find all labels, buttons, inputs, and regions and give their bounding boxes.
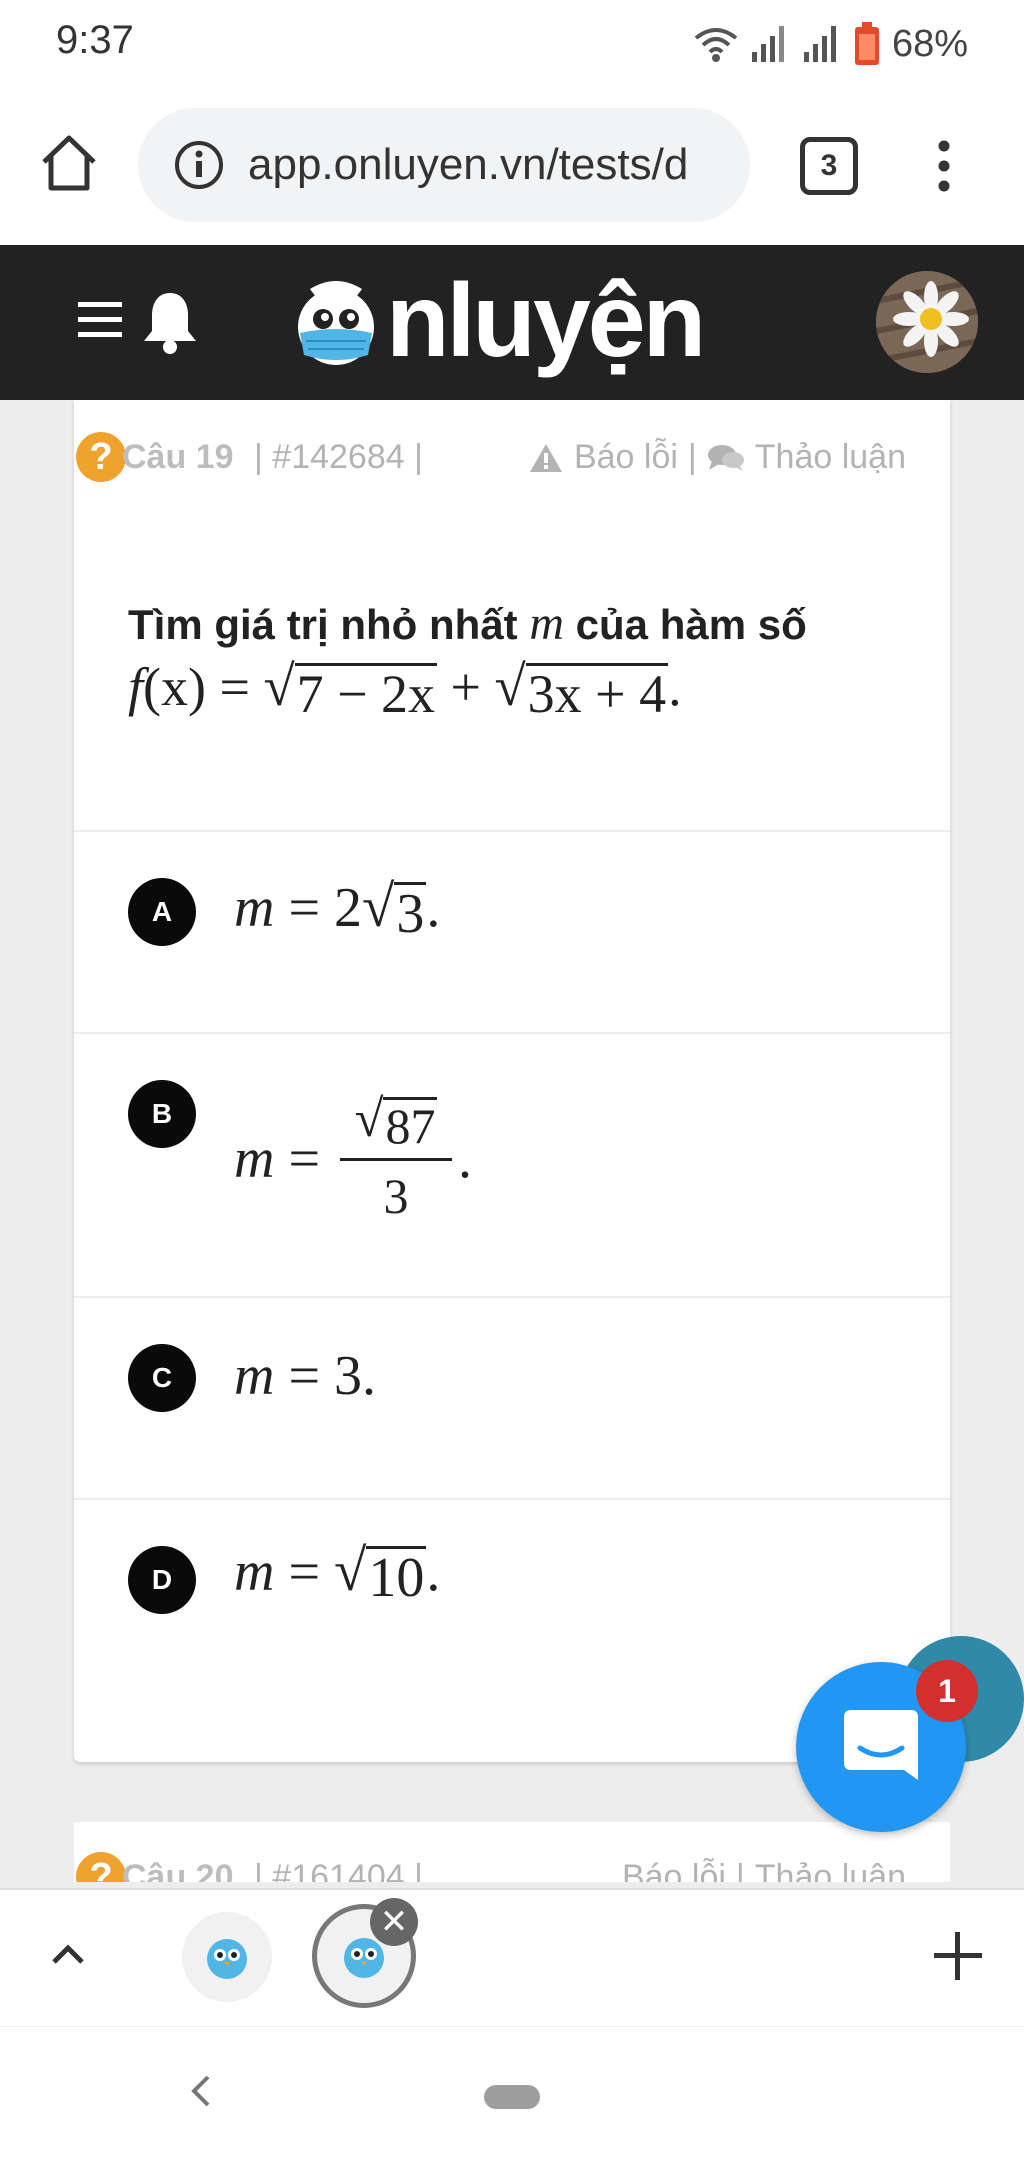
address-bar[interactable]: app.onluyen.vn/tests/d	[138, 108, 750, 222]
add-tab-icon[interactable]	[930, 1928, 986, 1984]
user-avatar[interactable]	[876, 271, 978, 373]
option-a-math: m = 2 √ 3.	[234, 874, 441, 945]
report-error-link[interactable]: Báo lỗi	[574, 438, 678, 477]
next-question-id: | #161404 |	[254, 1858, 423, 1882]
daisy-avatar-image	[876, 271, 978, 373]
question-formula: f(x) = √ 7 − 2x + √ 3x + 4.	[128, 655, 682, 724]
status-time: 9:37	[56, 18, 134, 62]
discussion-link[interactable]: Thảo luận	[755, 438, 906, 477]
battery-icon	[854, 22, 879, 65]
tab-strip: ✕	[0, 1888, 1024, 2026]
sqrt-2: √ 3x + 4	[494, 655, 669, 724]
close-tab-icon[interactable]: ✕	[370, 1898, 418, 1946]
tab-thumbnail-1[interactable]	[182, 1912, 272, 2002]
sqrt-1: √ 7 − 2x	[263, 655, 438, 724]
status-icons: 68%	[694, 16, 968, 72]
more-menu-icon[interactable]	[924, 136, 964, 196]
option-d-math: m = √ 10.	[234, 1538, 441, 1609]
chat-unread-badge: 1	[916, 1660, 978, 1722]
question-mark-icon: ?	[76, 1852, 126, 1882]
wifi-icon	[694, 28, 738, 62]
logo-text: nluyện	[386, 263, 706, 379]
chevron-up-icon[interactable]	[46, 1934, 90, 1978]
option-letter-b: B	[128, 1080, 196, 1148]
signal-icon-2	[803, 26, 836, 62]
option-b[interactable]: B m = √ 87 3 .	[74, 1034, 950, 1296]
bell-icon[interactable]	[140, 289, 200, 355]
back-icon[interactable]	[186, 2071, 216, 2111]
owl-favicon-icon	[207, 1939, 247, 1979]
option-a[interactable]: A m = 2 √ 3.	[74, 832, 950, 1032]
option-c-math: m = 3.	[234, 1345, 377, 1407]
next-question-meta: ? Câu 20 | #161404 | Báo lỗi | Thảo luận	[76, 1852, 906, 1882]
question-mark-icon: ?	[76, 432, 126, 482]
option-c[interactable]: C m = 3.	[74, 1298, 950, 1498]
option-b-math: m = √ 87 3 .	[234, 1089, 473, 1226]
signal-icon	[751, 26, 784, 62]
option-letter-d: D	[128, 1546, 196, 1614]
question-id: | #142684 |	[254, 438, 423, 476]
discussion-link[interactable]: Thảo luận	[755, 1858, 906, 1882]
fraction: √ 87 3	[340, 1093, 453, 1226]
question-text: Tìm giá trị nhỏ nhất m của hàm số	[128, 597, 807, 650]
info-icon[interactable]	[174, 140, 224, 190]
option-letter-a: A	[128, 878, 196, 946]
owl-mascot-icon	[298, 281, 374, 365]
browser-toolbar: app.onluyen.vn/tests/d 3	[0, 90, 1024, 245]
home-pill[interactable]	[484, 2085, 540, 2109]
comments-icon[interactable]	[707, 443, 745, 473]
status-bar: 9:37 68%	[0, 0, 1024, 90]
question-actions: Báo lỗi | Thảo luận	[528, 438, 906, 477]
url-text: app.onluyen.vn/tests/d	[248, 140, 689, 189]
site-logo[interactable]: nluyện	[290, 261, 706, 381]
question-variable: m	[529, 597, 564, 650]
next-question-number: Câu 20	[122, 1858, 234, 1882]
warning-icon[interactable]	[528, 442, 564, 474]
hamburger-menu-icon[interactable]	[78, 298, 122, 342]
site-header: nluyện	[0, 245, 1024, 400]
system-navigation-bar	[0, 2026, 1024, 2162]
question-meta: ? Câu 19 | #142684 | Báo lỗi | Thảo luận	[76, 428, 906, 484]
battery-percentage: 68%	[891, 22, 968, 65]
report-error-link[interactable]: Báo lỗi	[622, 1858, 726, 1882]
home-icon[interactable]	[36, 130, 102, 196]
question-number: Câu 19	[122, 438, 234, 476]
separator: |	[687, 438, 697, 476]
option-letter-c: C	[128, 1344, 196, 1412]
tab-switcher-button[interactable]: 3	[800, 137, 858, 195]
